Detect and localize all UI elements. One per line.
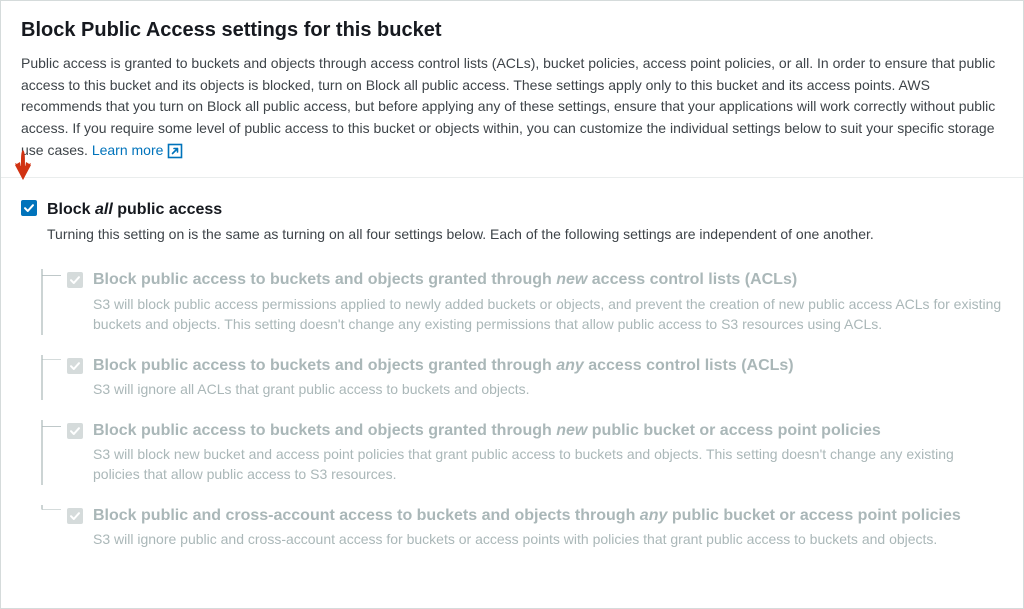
sub-setting-text: Block public access to buckets and objec… — [93, 269, 1003, 334]
sub-label-pre: Block public and cross-account access to… — [93, 507, 640, 524]
sub-label-em: any — [640, 507, 668, 524]
tree-connector-icon — [27, 505, 67, 550]
block-all-checkbox[interactable] — [21, 200, 37, 216]
sub-label-em: any — [556, 357, 584, 374]
sub-setting-text: Block public access to buckets and objec… — [93, 355, 794, 400]
sub-setting-text: Block public and cross-account access to… — [93, 505, 961, 550]
sub-setting-row: Block public access to buckets and objec… — [27, 420, 1003, 485]
sub-checkbox-any-policy — [67, 508, 83, 524]
sub-settings-tree: Block public access to buckets and objec… — [27, 253, 1003, 549]
block-all-label-post: public access — [113, 201, 222, 218]
sub-label-post: public bucket or access point policies — [587, 422, 880, 439]
sub-desc: S3 will block public access permissions … — [93, 294, 1003, 335]
external-link-icon — [167, 143, 183, 159]
learn-more-link[interactable]: Learn more — [92, 140, 184, 162]
sub-checkbox-any-acl — [67, 358, 83, 374]
tree-connector-icon — [27, 355, 67, 400]
sub-label-em: new — [556, 271, 587, 288]
tree-connector-icon — [27, 269, 67, 334]
sub-setting-text: Block public access to buckets and objec… — [93, 420, 1003, 485]
block-all-text: Block all public access Turning this set… — [47, 198, 874, 245]
sub-label: Block public and cross-account access to… — [93, 505, 961, 527]
panel-header: Block Public Access settings for this bu… — [1, 1, 1023, 178]
block-all-row: Block all public access Turning this set… — [21, 198, 1003, 245]
block-all-label: Block all public access — [47, 198, 874, 222]
sub-checkbox-new-acl — [67, 272, 83, 288]
sub-label-pre: Block public access to buckets and objec… — [93, 357, 556, 374]
sub-label-post: public bucket or access point policies — [667, 507, 960, 524]
panel-body: Block all public access Turning this set… — [1, 178, 1023, 557]
sub-setting-row: Block public and cross-account access to… — [27, 505, 1003, 550]
sub-label-post: access control lists (ACLs) — [587, 271, 797, 288]
sub-label-pre: Block public access to buckets and objec… — [93, 271, 556, 288]
sub-setting-row: Block public access to buckets and objec… — [27, 269, 1003, 334]
sub-checkbox-new-policy — [67, 423, 83, 439]
sub-label: Block public access to buckets and objec… — [93, 355, 794, 377]
sub-setting-row: Block public access to buckets and objec… — [27, 355, 1003, 400]
block-all-label-pre: Block — [47, 201, 95, 218]
block-all-sublabel: Turning this setting on is the same as t… — [47, 224, 874, 245]
arrow-annotation-icon — [11, 150, 35, 188]
panel-title: Block Public Access settings for this bu… — [21, 15, 1003, 45]
sub-label: Block public access to buckets and objec… — [93, 420, 1003, 442]
sub-label-post: access control lists (ACLs) — [584, 357, 794, 374]
sub-label: Block public access to buckets and objec… — [93, 269, 1003, 291]
sub-desc: S3 will ignore public and cross-account … — [93, 529, 961, 549]
block-all-label-em: all — [95, 201, 113, 218]
sub-label-pre: Block public access to buckets and objec… — [93, 422, 556, 439]
block-public-access-panel: Block Public Access settings for this bu… — [0, 0, 1024, 609]
learn-more-text: Learn more — [92, 140, 164, 162]
tree-connector-icon — [27, 420, 67, 485]
sub-desc: S3 will ignore all ACLs that grant publi… — [93, 379, 794, 399]
panel-description: Public access is granted to buckets and … — [21, 53, 1003, 161]
sub-desc: S3 will block new bucket and access poin… — [93, 444, 1003, 485]
sub-label-em: new — [556, 422, 587, 439]
